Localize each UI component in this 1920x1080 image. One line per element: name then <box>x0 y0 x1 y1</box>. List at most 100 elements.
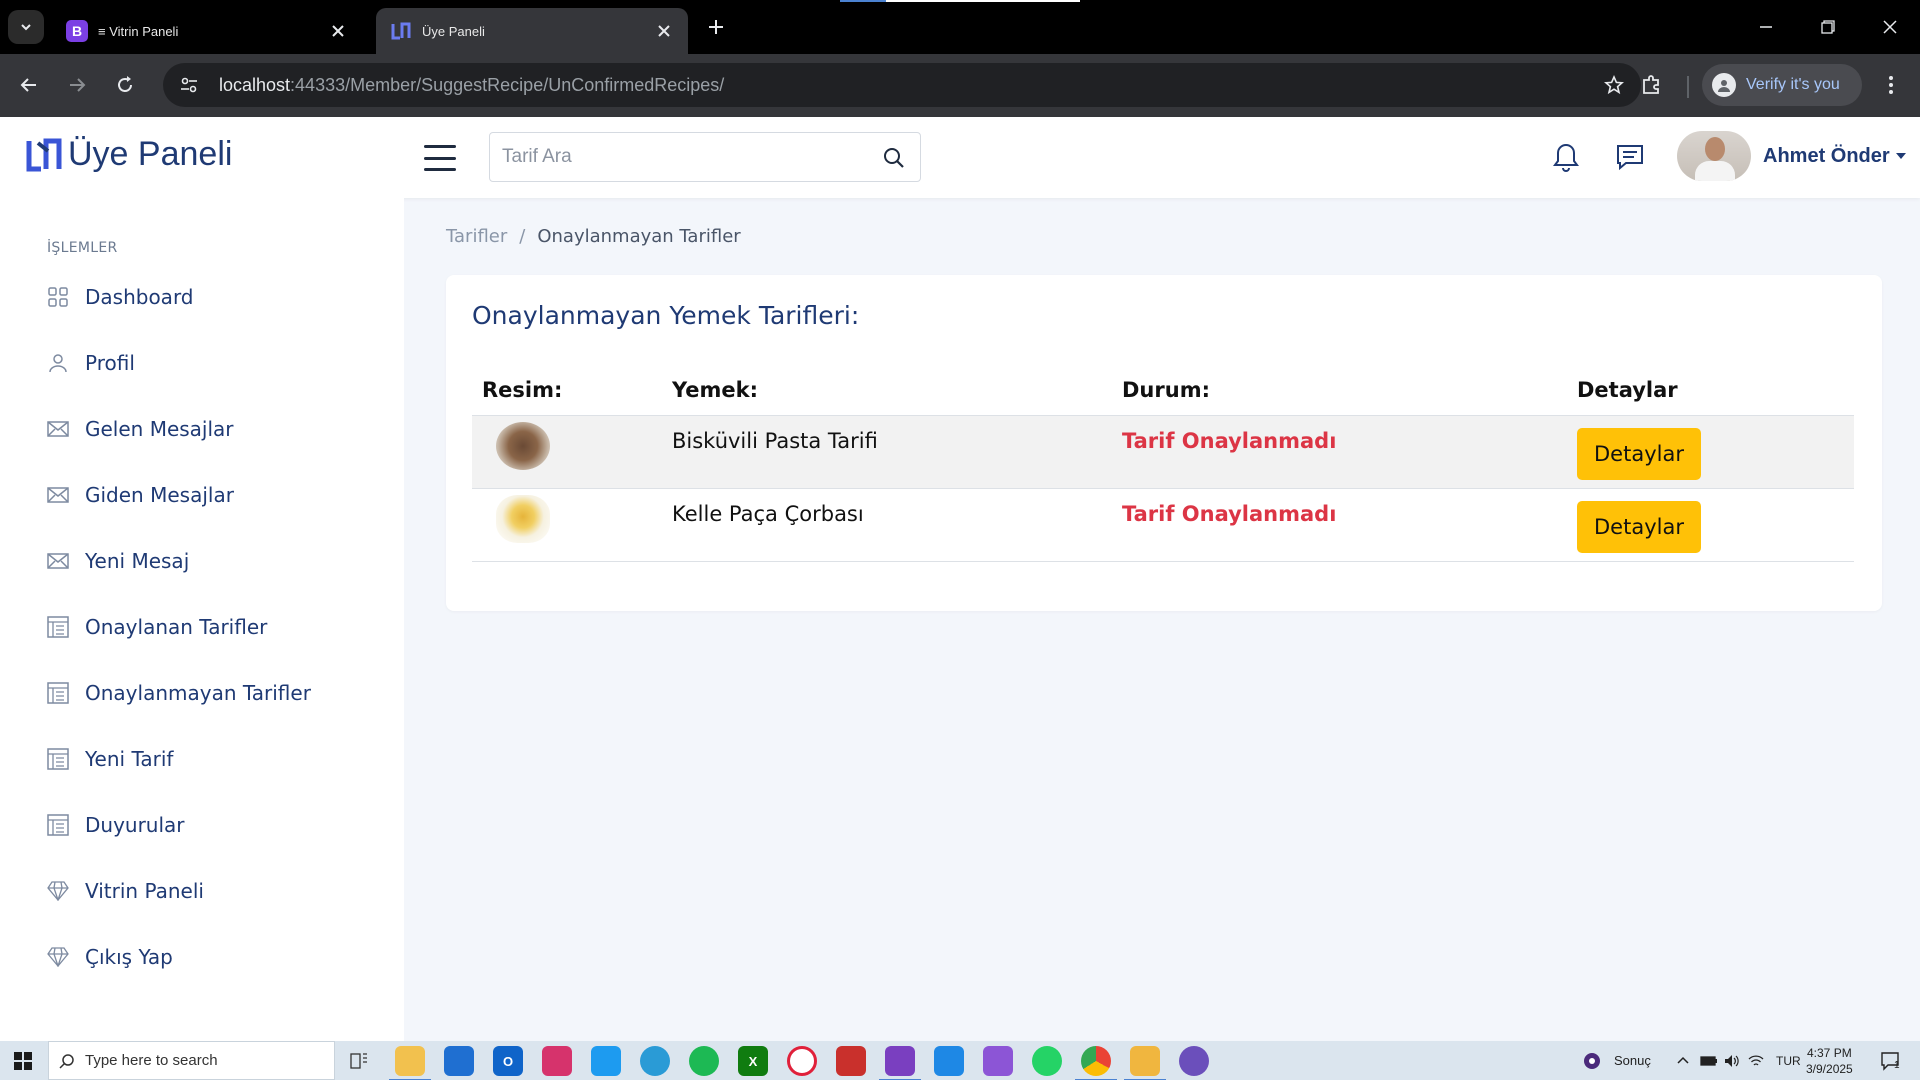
url-path: :44333/Member/SuggestRecipe/UnConfirmedR… <box>290 74 725 95</box>
breadcrumb-parent-link[interactable]: Tarifler <box>446 226 507 247</box>
user-icon <box>47 352 69 374</box>
restore-button[interactable] <box>1808 10 1848 44</box>
verify-label: Verify it's you <box>1746 76 1840 93</box>
address-bar[interactable]: localhost:44333/Member/SuggestRecipe/UnC… <box>163 63 1641 107</box>
chevron-up-icon <box>1677 1056 1689 1064</box>
restore-icon <box>1821 20 1835 34</box>
vscode-icon[interactable] <box>934 1046 964 1076</box>
sidebar-item-dashboard[interactable]: Dashboard <box>47 277 194 317</box>
image-cell <box>472 415 662 489</box>
messages-button[interactable] <box>1608 135 1652 179</box>
app-header: Üye Paneli Ahmet Önder <box>0 117 1920 198</box>
sidebar-item-label: Yeni Mesaj <box>85 549 190 573</box>
recipes-table: Resim: Yemek: Durum: Detaylar Bisküvili … <box>472 365 1854 562</box>
user-name: Ahmet Önder <box>1763 144 1890 167</box>
twitter-icon[interactable] <box>591 1046 621 1076</box>
task-view-icon[interactable] <box>344 1046 374 1076</box>
details-button[interactable]: Detaylar <box>1577 427 1701 480</box>
sidebar-item-label: Gelen Mesajlar <box>85 417 234 441</box>
verify-profile-button[interactable]: Verify it's you <box>1702 64 1862 106</box>
bootstrap-icon: B <box>66 20 88 42</box>
details-cell: Detaylar <box>1567 488 1854 562</box>
list-icon <box>47 814 69 836</box>
diamond-icon <box>47 880 69 902</box>
store-icon[interactable] <box>444 1046 474 1076</box>
weather-widget[interactable]: Sonuç <box>1582 1041 1651 1080</box>
sidebar-toggle-button[interactable] <box>420 141 460 175</box>
extensions-button[interactable] <box>1632 66 1670 104</box>
close-icon[interactable] <box>654 21 674 41</box>
clock[interactable]: 4:37 PM 3/9/2025 <box>1806 1045 1853 1077</box>
reload-button[interactable] <box>106 66 144 104</box>
column-header-detaylar: Detaylar <box>1567 365 1854 416</box>
sidebar-item-giden-mesajlar[interactable]: Giden Mesajlar <box>47 475 234 515</box>
site-settings-icon[interactable] <box>169 65 209 105</box>
paint-icon[interactable] <box>1124 1046 1166 1080</box>
recipe-thumbnail <box>496 494 550 543</box>
user-menu[interactable]: Ahmet Önder <box>1677 131 1906 181</box>
back-button[interactable] <box>10 66 48 104</box>
breadcrumb: Tarifler / Onaylanmayan Tarifler <box>446 226 741 247</box>
sidebar-item-onaylanan-tarifler[interactable]: Onaylanan Tarifler <box>47 607 267 647</box>
avatar-head <box>1705 137 1725 161</box>
details-cell: Detaylar <box>1567 415 1854 489</box>
tab-search-button[interactable] <box>8 10 44 44</box>
minimize-button[interactable] <box>1746 10 1786 44</box>
visual-studio-icon[interactable] <box>879 1046 921 1080</box>
telegram-icon[interactable] <box>640 1046 670 1076</box>
list-icon <box>47 616 69 638</box>
tab-vitrin-paneli[interactable]: B ≡ Vitrin Paneli <box>52 8 362 54</box>
minimize-icon <box>1760 26 1772 28</box>
brand[interactable]: Üye Paneli <box>26 135 232 174</box>
notifications-button[interactable] <box>1544 135 1588 179</box>
sidebar-item-profil[interactable]: Profil <box>47 343 135 383</box>
taskbar-search[interactable]: Type here to search <box>48 1041 335 1080</box>
sidebar-item-label: Duyurular <box>85 813 185 837</box>
chrome-icon[interactable] <box>1075 1046 1117 1080</box>
whatsapp-icon[interactable] <box>1032 1046 1062 1076</box>
sidebar: İŞLEMLER Dashboard Profil Gelen Mesajlar… <box>0 198 404 1041</box>
opera-icon[interactable] <box>787 1046 817 1076</box>
url-text: localhost:44333/Member/SuggestRecipe/UnC… <box>219 75 724 96</box>
file-explorer-icon[interactable] <box>389 1046 431 1080</box>
start-button[interactable] <box>0 1041 46 1080</box>
recipes-card: Onaylanmayan Yemek Tarifleri: Resim: Yem… <box>446 275 1882 611</box>
toolbox-icon[interactable] <box>836 1046 866 1076</box>
xbox-icon[interactable]: X <box>738 1046 768 1076</box>
sidebar-item-vitrin-paneli[interactable]: Vitrin Paneli <box>47 871 204 911</box>
volume-icon <box>1725 1054 1739 1067</box>
tab-uye-paneli[interactable]: Üye Paneli <box>376 8 688 54</box>
search-input[interactable] <box>490 133 860 181</box>
sidebar-item-onaylanmayan-tarifler[interactable]: Onaylanmayan Tarifler <box>47 673 311 713</box>
table-row: Bisküvili Pasta Tarifi Tarif Onaylanmadı… <box>472 415 1854 489</box>
browser-menu-button[interactable] <box>1872 66 1910 104</box>
brand-name: Üye Paneli <box>68 135 233 173</box>
column-header-resim: Resim: <box>472 365 662 416</box>
breadcrumb-separator: / <box>519 226 526 247</box>
notification-center-button[interactable]: 1 <box>1880 1041 1900 1080</box>
tor-browser-icon[interactable] <box>1179 1046 1209 1076</box>
close-window-button[interactable] <box>1870 10 1910 44</box>
bookmark-star-icon[interactable] <box>1599 70 1629 100</box>
details-button[interactable]: Detaylar <box>1577 500 1701 553</box>
app-logo-icon <box>390 20 412 42</box>
close-icon[interactable] <box>328 21 348 41</box>
outlook-icon[interactable]: O <box>493 1046 523 1076</box>
list-icon <box>47 748 69 770</box>
search-button[interactable] <box>878 142 910 174</box>
sidebar-item-gelen-mesajlar[interactable]: Gelen Mesajlar <box>47 409 234 449</box>
sidebar-item-duyurular[interactable]: Duyurular <box>47 805 185 845</box>
forward-button[interactable] <box>58 66 96 104</box>
spotify-icon[interactable] <box>689 1046 719 1076</box>
sidebar-item-yeni-mesaj[interactable]: Yeni Mesaj <box>47 541 189 581</box>
instagram-icon[interactable] <box>542 1046 572 1076</box>
sidebar-item-label: Dashboard <box>85 285 194 309</box>
visual-studio-icon[interactable] <box>983 1046 1013 1076</box>
system-tray[interactable]: TUR <box>1676 1041 1801 1080</box>
sidebar-item-yeni-tarif[interactable]: Yeni Tarif <box>47 739 173 779</box>
chat-icon <box>1617 145 1643 171</box>
sidebar-item-label: Vitrin Paneli <box>85 879 204 903</box>
sidebar-item-cikis-yap[interactable]: Çıkış Yap <box>47 937 173 977</box>
new-tab-button[interactable] <box>700 13 732 41</box>
search-icon <box>59 1053 74 1069</box>
